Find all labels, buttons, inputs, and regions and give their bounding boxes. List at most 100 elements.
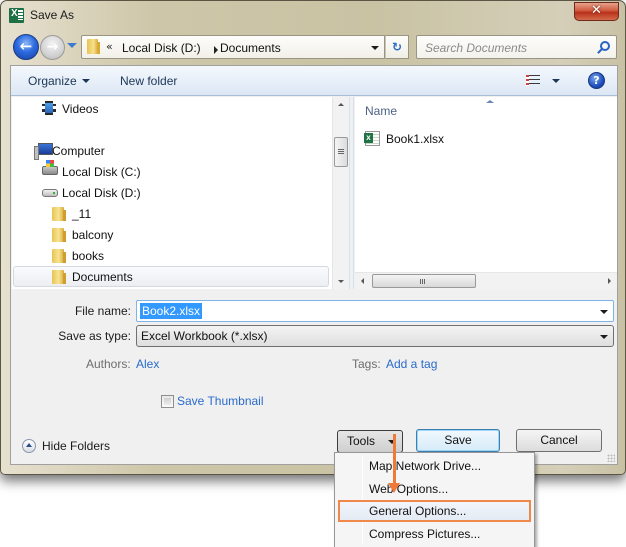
hide-folders-label: Hide Folders: [42, 439, 111, 453]
tree-item-label: books: [72, 249, 105, 263]
tree-item-label: Computer: [52, 144, 105, 158]
file-name-value: Book2.xlsx: [140, 303, 203, 319]
scrollbar-thumb[interactable]: [334, 137, 348, 167]
file-name-input[interactable]: Book2.xlsx: [136, 300, 614, 322]
scroll-left-icon[interactable]: [361, 278, 364, 284]
disk-c-icon: [42, 160, 58, 175]
command-bar: Organize New folder ?: [11, 66, 617, 96]
tools-menu: Map Network Drive... Web Options... Gene…: [334, 452, 535, 547]
authors-field[interactable]: Alex: [136, 357, 159, 371]
view-details-icon[interactable]: [526, 75, 540, 86]
navigation-bar: ← → « Local Disk (D:) Documents ↻ Search…: [1, 32, 625, 60]
folder-icon: [52, 207, 66, 221]
organize-button[interactable]: Organize: [28, 74, 77, 88]
scrollbar-thumb[interactable]: [372, 274, 476, 288]
tree-item-label: _11: [72, 207, 92, 221]
chevron-down-icon: [600, 335, 608, 339]
scroll-down-icon[interactable]: [338, 280, 344, 283]
search-input[interactable]: Search Documents: [416, 35, 617, 59]
title-bar: Save As ✕: [1, 1, 625, 29]
new-folder-button[interactable]: New folder: [120, 74, 177, 88]
save-as-type-value: Excel Workbook (*.xlsx): [141, 329, 268, 343]
dialog-title: Save As: [30, 8, 75, 22]
chevron-down-icon: [82, 79, 90, 83]
file-name-label: File name:: [74, 304, 131, 318]
tree-item-label: Local Disk (D:): [62, 186, 141, 200]
save-button[interactable]: Save: [416, 429, 500, 452]
tree-item-documents[interactable]: Documents: [13, 266, 329, 287]
annotation-arrow-head-icon: [388, 483, 400, 493]
tree-item-label: balcony: [72, 228, 114, 242]
hide-folders-button[interactable]: Hide Folders: [22, 438, 122, 454]
recent-locations-dropdown-icon[interactable]: [67, 43, 77, 48]
computer-icon: [34, 143, 53, 160]
folder-icon: [52, 270, 66, 284]
back-button[interactable]: ←: [13, 34, 39, 60]
tree-item-local-disk-c[interactable]: Local Disk (C:): [42, 160, 242, 182]
folder-icon: [52, 228, 66, 242]
breadcrumb-local-disk-d[interactable]: Local Disk (D:): [122, 41, 201, 55]
file-list-horizontal-scrollbar[interactable]: [355, 272, 617, 289]
save-thumbnail-checkbox[interactable]: [161, 395, 174, 408]
search-icon[interactable]: [600, 41, 610, 51]
refresh-button[interactable]: ↻: [385, 35, 409, 59]
breadcrumb-documents[interactable]: Documents: [220, 41, 281, 55]
tree-item-balcony[interactable]: balcony: [52, 225, 252, 245]
file-name-dropdown-icon[interactable]: [600, 310, 608, 314]
menu-item-label: Compress Pictures...: [369, 527, 481, 541]
file-name: Book1.xlsx: [386, 132, 445, 146]
save-thumbnail-label[interactable]: Save Thumbnail: [177, 394, 264, 408]
menu-item-general-options[interactable]: General Options...: [338, 500, 531, 522]
scroll-up-icon[interactable]: [338, 103, 344, 106]
tree-item-computer[interactable]: Computer: [34, 141, 234, 161]
excel-file-icon: [364, 131, 380, 146]
videos-icon: [42, 101, 56, 115]
address-overflow-button[interactable]: «: [106, 40, 113, 53]
file-item[interactable]: Book1.xlsx: [364, 129, 485, 147]
menu-item-web-options[interactable]: Web Options...: [338, 478, 531, 500]
tree-item-books[interactable]: books: [52, 246, 252, 266]
tags-field[interactable]: Add a tag: [386, 357, 437, 371]
breadcrumb-separator-icon[interactable]: [214, 46, 218, 54]
tree-item-videos[interactable]: Videos: [42, 99, 242, 119]
annotation-arrow: [393, 434, 396, 484]
save-as-dialog: Save As ✕ ← → « Local Disk (D:) Document…: [0, 0, 626, 475]
dialog-content: Organize New folder ? Videos Computer Lo…: [10, 65, 618, 465]
tools-button-label: Tools: [347, 434, 376, 448]
save-as-type-select[interactable]: Excel Workbook (*.xlsx): [136, 325, 614, 347]
cancel-button[interactable]: Cancel: [516, 429, 602, 452]
save-as-type-label: Save as type:: [58, 329, 131, 343]
column-header-name[interactable]: Name: [365, 104, 397, 118]
scroll-right-icon[interactable]: [608, 278, 611, 284]
close-button[interactable]: ✕: [574, 2, 619, 21]
sort-ascending-icon: [486, 100, 494, 103]
authors-label: Authors:: [86, 357, 131, 371]
forward-button[interactable]: →: [40, 35, 65, 60]
tree-item-folder-11[interactable]: _11: [52, 204, 252, 224]
view-options-dropdown-icon[interactable]: [552, 79, 560, 83]
tree-item-label: Local Disk (C:): [62, 165, 141, 179]
folder-icon: [52, 249, 66, 263]
menu-item-map-network-drive[interactable]: Map Network Drive...: [338, 455, 531, 477]
file-list: Name Book1.xlsx: [355, 97, 617, 289]
folder-icon: [87, 39, 100, 54]
tree-item-label: Videos: [62, 102, 99, 116]
help-icon[interactable]: ?: [588, 72, 605, 89]
search-placeholder: Search Documents: [425, 41, 528, 55]
tree-item-local-disk-d[interactable]: Local Disk (D:): [42, 183, 242, 203]
address-dropdown-icon[interactable]: [371, 46, 379, 50]
tree-item-label: Documents: [72, 270, 133, 284]
tags-label: Tags:: [352, 357, 381, 371]
menu-item-compress-pictures[interactable]: Compress Pictures...: [338, 523, 531, 545]
resize-grip[interactable]: [607, 454, 615, 462]
excel-app-icon: [9, 8, 24, 23]
navigation-pane: Videos Computer Local Disk (C:) Local Di…: [12, 97, 332, 289]
pane-splitter[interactable]: [349, 97, 354, 289]
menu-item-label: Web Options...: [369, 482, 449, 496]
disk-d-icon: [42, 189, 58, 197]
navigation-pane-scrollbar[interactable]: [332, 97, 349, 289]
address-bar[interactable]: « Local Disk (D:) Documents: [81, 35, 385, 59]
chevron-up-icon: [22, 439, 36, 453]
menu-item-label: Map Network Drive...: [369, 459, 482, 473]
menu-item-label: General Options...: [369, 504, 467, 518]
